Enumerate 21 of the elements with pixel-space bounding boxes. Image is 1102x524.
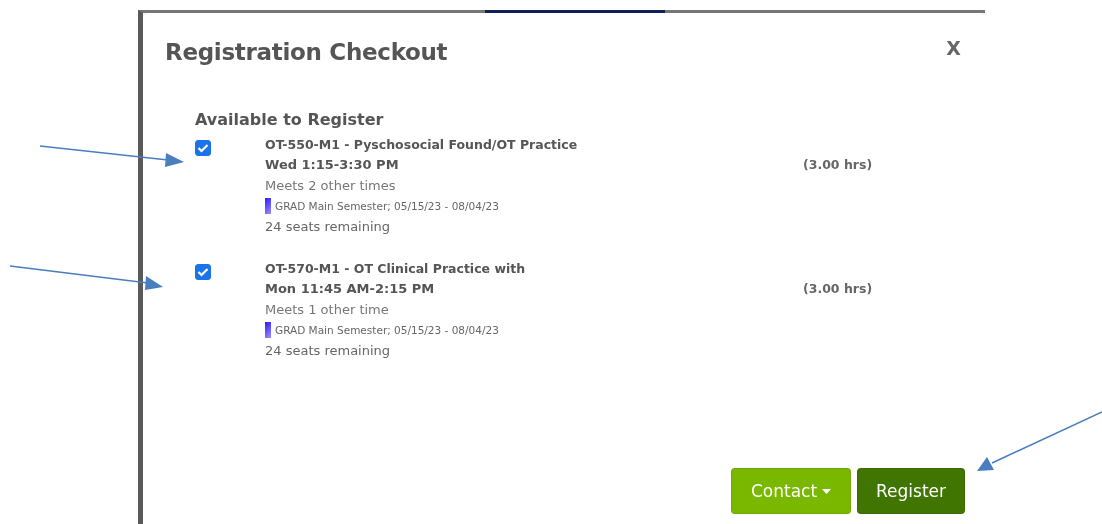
credit-hours: (3.00 hrs): [803, 156, 873, 174]
meeting-count: Meets 1 other time: [265, 301, 390, 319]
checkbox[interactable]: [195, 140, 211, 156]
checkbox[interactable]: [195, 264, 211, 280]
course-title: OT-550-M1 - Pyschosocial Found/OT Practice: [265, 136, 579, 154]
course-time: Mon 11:45 AM-2:15 PM: [265, 280, 436, 298]
term-color-icon: [265, 322, 271, 338]
meeting-count: Meets 2 other times: [265, 177, 397, 195]
credit-hours: (3.00 hrs): [803, 280, 873, 298]
seats-remaining: 24 seats remaining: [265, 218, 392, 236]
register-button[interactable]: Register: [857, 468, 965, 514]
dialog-title: Registration Checkout: [165, 39, 448, 65]
term-color-icon: [265, 198, 271, 214]
term-dates: GRAD Main Semester; 05/15/23 - 08/04/23: [275, 324, 499, 336]
course-title: OT-570-M1 - OT Clinical Practice with: [265, 260, 527, 278]
close-button[interactable]: X: [946, 37, 961, 59]
term-dates: GRAD Main Semester; 05/15/23 - 08/04/23: [275, 200, 499, 212]
course-time: Wed 1:15-3:30 PM: [265, 156, 400, 174]
caret-icon: [822, 488, 832, 494]
section-heading: Available to Register: [195, 110, 385, 129]
seats-remaining: 24 seats remaining: [265, 342, 392, 360]
